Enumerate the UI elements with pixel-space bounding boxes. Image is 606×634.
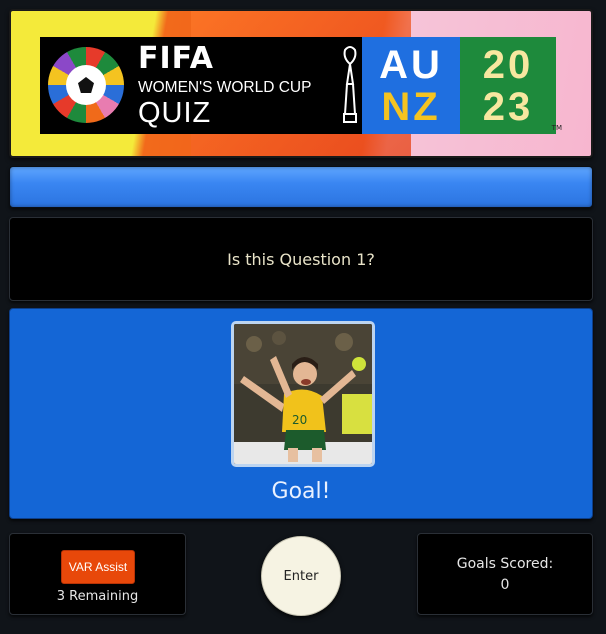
progress-bar: [9, 166, 593, 208]
var-remaining-count: 3 Remaining: [56, 589, 139, 604]
host-nations: AU NZ: [362, 37, 460, 134]
var-assist-panel: VAR Assist 3 Remaining: [9, 533, 186, 615]
quiz-title: QUIZ: [138, 97, 212, 129]
banner-logo-bar: FIFA WOMEN'S WORLD CUP QUIZ AU NZ 20 23: [40, 37, 556, 134]
year-top: 20: [482, 42, 534, 87]
celebrating-player-photo: 20: [231, 321, 375, 467]
svg-text:20: 20: [292, 413, 307, 427]
quiz-app: FIFA WOMEN'S WORLD CUP QUIZ AU NZ 20 23 …: [0, 0, 606, 634]
answer-label: Goal!: [271, 479, 331, 504]
trademark: TM: [551, 124, 562, 132]
brand-text: FIFA WOMEN'S WORLD CUP QUIZ: [132, 37, 337, 134]
host-top: AU: [379, 42, 443, 87]
goals-scored-label: Goals Scored:: [456, 556, 554, 572]
wwc-emblem-icon: [40, 37, 132, 134]
var-assist-button[interactable]: VAR Assist: [61, 550, 135, 584]
enter-button[interactable]: Enter: [261, 536, 341, 616]
host-bottom: NZ: [381, 84, 441, 129]
goals-scored-value: 0: [500, 577, 510, 593]
answer-option-card[interactable]: 20 Goal!: [9, 308, 593, 519]
year-bottom: 23: [482, 84, 534, 129]
question-text: Is this Question 1?: [227, 249, 375, 269]
goals-scored-panel: Goals Scored: 0: [417, 533, 593, 615]
trophy-icon: [337, 37, 362, 134]
brand-fifa: FIFA: [138, 41, 214, 76]
header-banner: FIFA WOMEN'S WORLD CUP QUIZ AU NZ 20 23 …: [9, 9, 593, 158]
question-panel: Is this Question 1?: [9, 217, 593, 301]
tournament-year: 20 23: [460, 37, 556, 134]
brand-subtitle: WOMEN'S WORLD CUP: [138, 79, 312, 96]
